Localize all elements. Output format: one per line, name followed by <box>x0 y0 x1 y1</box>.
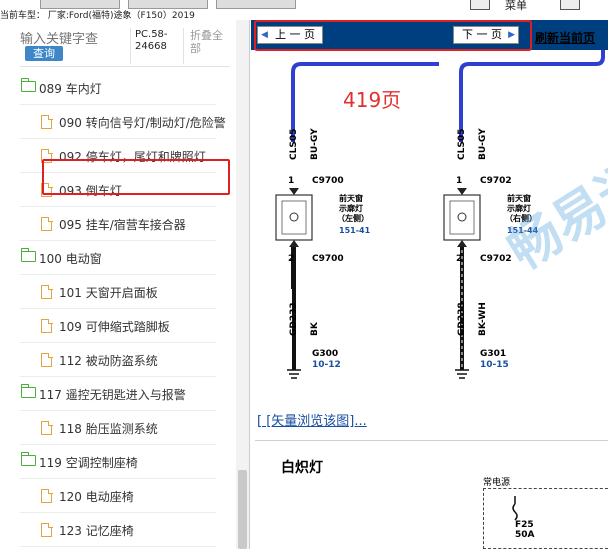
tree-file-item[interactable]: 120 电动座椅 <box>0 479 236 513</box>
app-window: 当前车型： 厂家:Ford(福特)途象（F150）2019 菜单 查询 PC.5… <box>0 0 608 549</box>
connector-id: C9702 <box>480 176 512 186</box>
tree-item-label: 101 天窗开启面板 <box>59 286 158 300</box>
fuse-label: F25 50A <box>515 520 535 540</box>
tree-file-item[interactable]: 109 可伸缩式踏脚板 <box>0 309 236 343</box>
row-divider <box>20 546 216 547</box>
document-icon <box>41 114 53 129</box>
sidebar-scrollbar-thumb[interactable] <box>238 470 247 549</box>
power-label: 常电源 <box>483 478 511 488</box>
top-bar: 当前车型： 厂家:Ford(福特)途象（F150）2019 菜单 <box>0 0 608 21</box>
tree-item-label: 118 胎压监测系统 <box>59 422 158 436</box>
folder-icon <box>20 384 36 398</box>
section-title: 白炽灯 <box>281 460 323 476</box>
vector-view-link[interactable]: [ [矢量浏览该图]... <box>257 410 367 429</box>
divider <box>20 66 230 67</box>
fuse-label-line: F25 <box>515 520 534 530</box>
tree-file-item[interactable]: 090 转向信号灯/制动灯/危险警 <box>0 105 236 139</box>
wire-code: CLS05 <box>289 129 299 160</box>
tree-item-label: 119 空调控制座椅 <box>39 456 138 470</box>
tree-item-label: 090 转向信号灯/制动灯/危险警 <box>59 116 226 130</box>
lamp-left <box>275 188 313 379</box>
connector-id: C9702 <box>480 254 512 264</box>
refresh-page-link[interactable]: 刷新当前页 <box>535 29 595 46</box>
fuse-label-line: 50A <box>515 530 535 540</box>
toolbar-icon-button[interactable] <box>470 0 490 10</box>
lamp-ref: 151-41 <box>339 226 371 235</box>
ground-ref: 10-15 <box>480 360 509 370</box>
connector-id: C9700 <box>312 176 344 186</box>
pin-number: 2 <box>456 254 462 264</box>
tree-item-label: 112 被动防盗系统 <box>59 354 158 368</box>
query-button[interactable]: 查询 <box>25 46 63 61</box>
document-icon <box>41 284 53 299</box>
ground-id: G300 <box>312 349 338 359</box>
tree-file-item[interactable]: 095 挂车/宿营车接合器 <box>0 207 236 241</box>
tree-item-label: 120 电动座椅 <box>59 490 134 504</box>
tree-folder-item[interactable]: 119 空调控制座椅 <box>0 445 236 479</box>
wire-right <box>459 50 605 142</box>
wire-code: GD238 <box>457 302 467 336</box>
tree-file-item[interactable]: 118 胎压监测系统 <box>0 411 236 445</box>
wire-code: CLS05 <box>457 129 467 160</box>
divider <box>130 28 131 64</box>
selected-item-highlight <box>42 159 230 195</box>
folder-icon <box>20 78 36 92</box>
nav-highlight-box <box>254 20 532 51</box>
tree-folder-item[interactable]: 117 遥控无钥匙进入与报警 <box>0 377 236 411</box>
tree-file-item[interactable]: 112 被动防盗系统 <box>0 343 236 377</box>
toolbar-button[interactable] <box>40 0 120 9</box>
wire-color: BK-WH <box>478 302 488 336</box>
divider <box>255 440 608 441</box>
toolbar-icon-button[interactable] <box>560 0 580 10</box>
fuse-box <box>483 488 608 549</box>
page-number-label: 419页 <box>343 88 402 112</box>
pin-number: 1 <box>456 176 462 186</box>
ground-ref: 10-12 <box>312 360 341 370</box>
tree-folder-item[interactable]: 100 电动窗 <box>0 241 236 275</box>
collapse-all-button[interactable]: 折叠全部 <box>190 29 230 55</box>
document-icon <box>41 318 53 333</box>
document-icon <box>41 352 53 367</box>
tree-item-label: 100 电动窗 <box>39 252 102 266</box>
pin-number: 2 <box>288 254 294 264</box>
lamp-name: 前天窗 <box>339 193 363 203</box>
document-tree: 089 车内灯 090 转向信号灯/制动灯/危险警 092 停车灯，尾灯和牌照灯 09… <box>0 71 236 547</box>
lamp-right <box>443 188 481 379</box>
toolbar-button[interactable] <box>216 0 296 9</box>
lamp-name: 示廓灯 <box>338 203 363 213</box>
tree-folder-item[interactable]: 089 车内灯 <box>0 71 236 105</box>
document-icon <box>41 216 53 231</box>
document-icon <box>41 522 53 537</box>
sidebar: 查询 PC.58-24668 折叠全部 089 车内灯 090 转向信号灯/制动灯… <box>0 20 250 549</box>
folder-icon <box>20 248 36 262</box>
wire-color: BU-GY <box>478 128 488 160</box>
wire-color: BK <box>310 321 320 336</box>
wire-code: GD233 <box>289 302 299 336</box>
tree-item-label: 109 可伸缩式踏脚板 <box>59 320 170 334</box>
tree-item-label: 089 车内灯 <box>39 82 102 96</box>
folder-icon <box>20 452 36 466</box>
document-icon <box>41 488 53 503</box>
lamp-name: （左侧） <box>337 213 369 223</box>
tree-item-label: 117 遥控无钥匙进入与报警 <box>39 388 186 402</box>
tree-file-item[interactable]: 101 天窗开启面板 <box>0 275 236 309</box>
pc-code: PC.58-24668 <box>135 29 168 52</box>
ground-id: G301 <box>480 349 506 359</box>
main-content: ◀ 上 一 页 下 一 页 ▶ 刷新当前页 CLS05 BU-GY 1 C970… <box>251 20 608 549</box>
wire-color: BU-GY <box>310 128 320 160</box>
search-input[interactable] <box>20 32 128 47</box>
pin-number: 1 <box>288 176 294 186</box>
toolbar-button[interactable] <box>128 0 208 9</box>
connector-id: C9700 <box>312 254 344 264</box>
tree-item-label: 123 记忆座椅 <box>59 524 134 538</box>
divider <box>183 28 184 64</box>
tree-item-label: 095 挂车/宿营车接合器 <box>59 218 186 232</box>
menu-label[interactable]: 菜单 <box>505 0 527 13</box>
tree-file-item[interactable]: 123 记忆座椅 <box>0 513 236 547</box>
document-icon <box>41 420 53 435</box>
